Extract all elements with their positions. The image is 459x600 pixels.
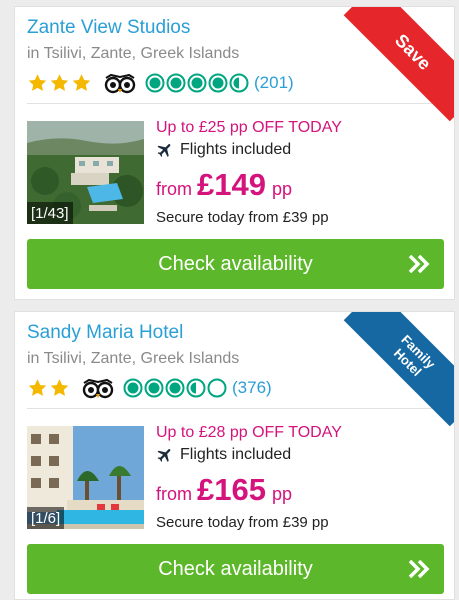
price-prefix: from	[156, 484, 192, 504]
star-icon	[28, 379, 47, 396]
check-availability-button[interactable]: Check availability	[27, 239, 444, 289]
discount-offer: Up to £28 pp OFF TODAY	[156, 424, 342, 441]
double-chevron-right-icon	[408, 559, 430, 579]
hotel-photo[interactable]: [1/43]	[27, 121, 144, 224]
discount-offer: Up to £25 pp OFF TODAY	[156, 119, 342, 136]
rating-bubble-icon	[144, 378, 164, 398]
star-rating	[27, 378, 71, 398]
image-counter: [1/43]	[27, 202, 73, 224]
star-icon	[50, 379, 69, 396]
check-availability-label: Check availability	[158, 252, 313, 275]
rating-bubble-icon	[207, 378, 227, 398]
tripadvisor-owl-icon	[104, 73, 136, 94]
rating-bubble-icon	[123, 378, 143, 398]
rating-bubble-icon	[187, 73, 207, 93]
hotel-card[interactable]: Zante View Studios in Tsilivi, Zante, Gr…	[14, 6, 455, 300]
flights-included: Flights included	[156, 446, 291, 464]
review-count[interactable]: (376)	[232, 378, 272, 398]
rating-bubble-icon	[165, 378, 185, 398]
star-icon	[72, 74, 91, 91]
rating-bubble-icon	[145, 73, 165, 93]
plane-icon	[157, 449, 171, 462]
flights-label: Flights included	[180, 446, 292, 463]
rating-bubble-icon	[229, 73, 249, 93]
tripadvisor-owl-icon	[82, 378, 114, 399]
flights-included: Flights included	[156, 141, 291, 159]
double-chevron-right-icon	[408, 254, 430, 274]
divider	[27, 408, 442, 409]
review-count[interactable]: (201)	[254, 73, 294, 93]
check-availability-label: Check availability	[158, 557, 313, 580]
divider	[27, 103, 442, 104]
plane-icon	[157, 144, 171, 157]
hotel-name[interactable]: Sandy Maria Hotel	[27, 322, 183, 344]
check-availability-button[interactable]: Check availability	[27, 544, 444, 594]
rating-bubble-icon	[186, 378, 206, 398]
star-icon	[50, 74, 69, 91]
rating-row: (201)	[27, 69, 294, 97]
hotel-name[interactable]: Zante View Studios	[27, 17, 190, 39]
flights-label: Flights included	[180, 141, 292, 158]
tripadvisor-rating	[123, 378, 228, 398]
rating-bubble-icon	[208, 73, 228, 93]
price-value: £165	[197, 472, 266, 507]
family-hotel-ribbon: Family Hotel	[343, 312, 454, 427]
star-icon	[28, 74, 47, 91]
star-rating	[27, 73, 93, 93]
price-value: £149	[197, 167, 266, 202]
hotel-location: in Tsilivi, Zante, Greek Islands	[27, 45, 240, 62]
image-counter: [1/6]	[27, 507, 65, 529]
hotel-photo[interactable]: [1/6]	[27, 426, 144, 529]
hotel-card[interactable]: Sandy Maria Hotel in Tsilivi, Zante, Gre…	[14, 311, 455, 600]
hotel-location: in Tsilivi, Zante, Greek Islands	[27, 350, 240, 367]
price-suffix: pp	[271, 484, 292, 504]
price-prefix: from	[156, 179, 192, 199]
rating-row: (376)	[27, 374, 272, 402]
ribbon-label: Save	[391, 29, 436, 74]
price-suffix: pp	[271, 179, 292, 199]
save-ribbon: Save	[343, 7, 454, 122]
deposit-text: Secure today from £39 pp	[156, 209, 329, 226]
rating-bubble-icon	[166, 73, 186, 93]
tripadvisor-rating	[145, 73, 250, 93]
deposit-text: Secure today from £39 pp	[156, 514, 329, 531]
price: from £149 pp	[156, 167, 292, 203]
price: from £165 pp	[156, 472, 292, 508]
